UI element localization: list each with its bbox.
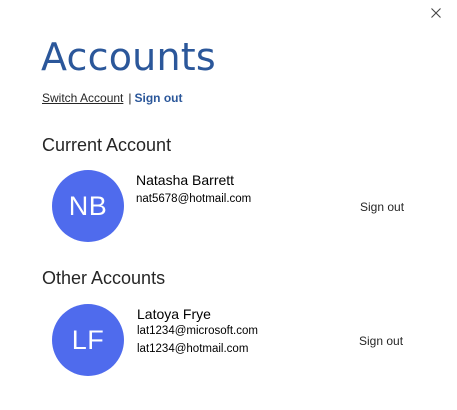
account-links: Switch Account | Sign out xyxy=(42,90,183,106)
sign-out-link[interactable]: Sign out xyxy=(135,91,183,105)
switch-account-link[interactable]: Switch Account xyxy=(42,91,123,105)
other-account-email: lat1234@hotmail.com xyxy=(137,343,249,355)
current-account-email: nat5678@hotmail.com xyxy=(136,193,252,205)
other-account-avatar: LF xyxy=(52,304,124,376)
other-accounts-heading: Other Accounts xyxy=(42,268,166,288)
current-account-avatar: NB xyxy=(52,170,124,242)
other-account-email: lat1234@microsoft.com xyxy=(137,325,258,337)
current-account-name: Natasha Barrett xyxy=(136,172,235,188)
close-icon xyxy=(431,8,441,18)
page-title: Accounts xyxy=(41,35,216,79)
current-account-heading: Current Account xyxy=(42,135,172,155)
link-separator: | xyxy=(128,91,132,105)
other-account-sign-out-button[interactable]: Sign out xyxy=(359,333,403,349)
other-account-name: Latoya Frye xyxy=(137,306,211,322)
close-button[interactable] xyxy=(427,4,445,22)
current-account-sign-out-button[interactable]: Sign out xyxy=(360,199,404,215)
